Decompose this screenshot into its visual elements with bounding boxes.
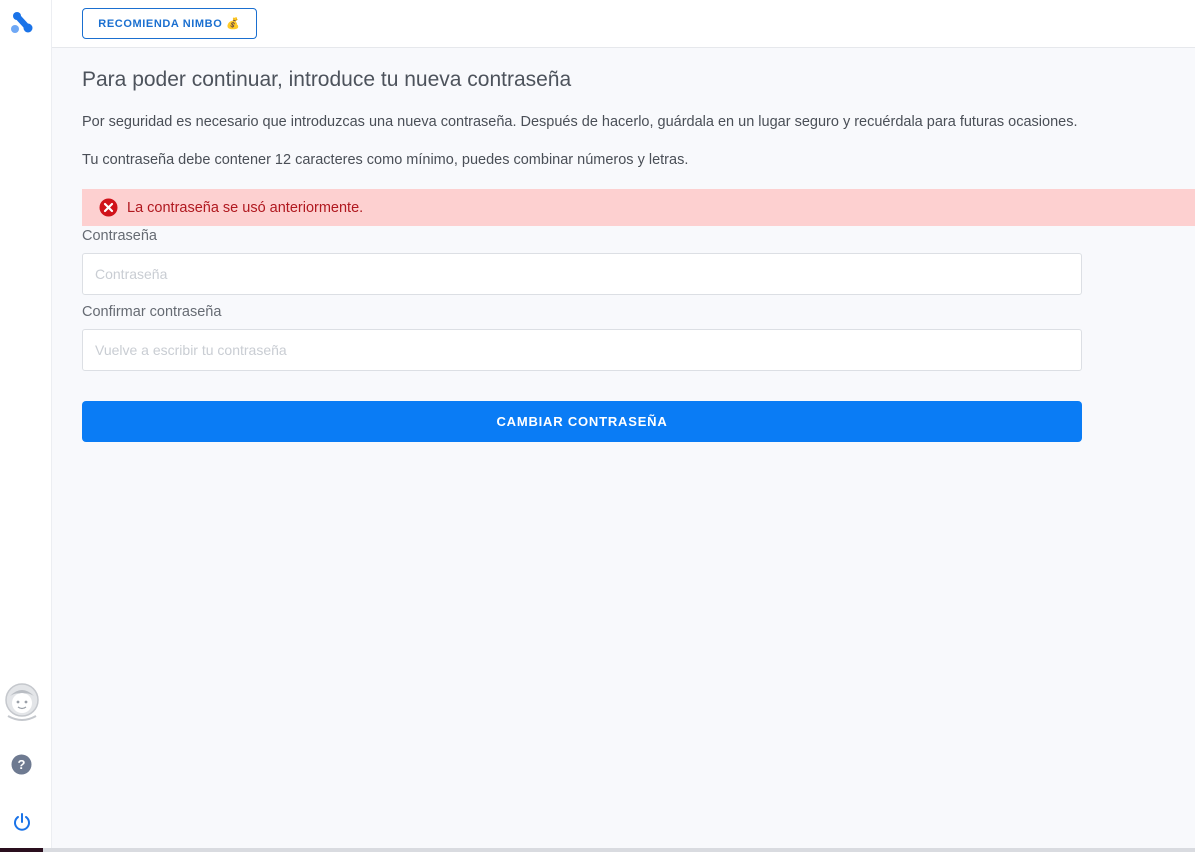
requirements-paragraph: Tu contraseña debe contener 12 caractere…: [82, 152, 689, 168]
sidebar: ?: [0, 0, 52, 848]
bottom-strip: [0, 848, 1195, 852]
error-x-icon: [99, 198, 118, 217]
password-input[interactable]: [82, 253, 1082, 295]
error-alert: La contraseña se usó anteriormente.: [82, 189, 1195, 226]
avatar-icon[interactable]: [4, 682, 40, 722]
confirm-password-label: Confirmar contraseña: [82, 304, 222, 320]
top-bar: RECOMIENDA NIMBO 💰: [52, 0, 1195, 48]
power-icon[interactable]: [12, 812, 32, 832]
help-icon[interactable]: ?: [11, 754, 32, 775]
alert-text: La contraseña se usó anteriormente.: [127, 199, 364, 216]
confirm-password-input[interactable]: [82, 329, 1082, 371]
change-password-button[interactable]: CAMBIAR CONTRASEÑA: [82, 401, 1082, 442]
taskbar-edge: [0, 848, 43, 852]
svg-text:?: ?: [18, 757, 26, 772]
password-label: Contraseña: [82, 228, 157, 244]
money-bag-icon: 💰: [226, 18, 241, 30]
recommend-nimbo-button[interactable]: RECOMIENDA NIMBO 💰: [82, 8, 257, 39]
recommend-label: RECOMIENDA NIMBO: [98, 17, 223, 30]
page-title: Para poder continuar, introduce tu nueva…: [82, 68, 572, 91]
security-paragraph: Por seguridad es necesario que introduzc…: [82, 114, 1078, 130]
logo-icon[interactable]: [9, 10, 35, 36]
